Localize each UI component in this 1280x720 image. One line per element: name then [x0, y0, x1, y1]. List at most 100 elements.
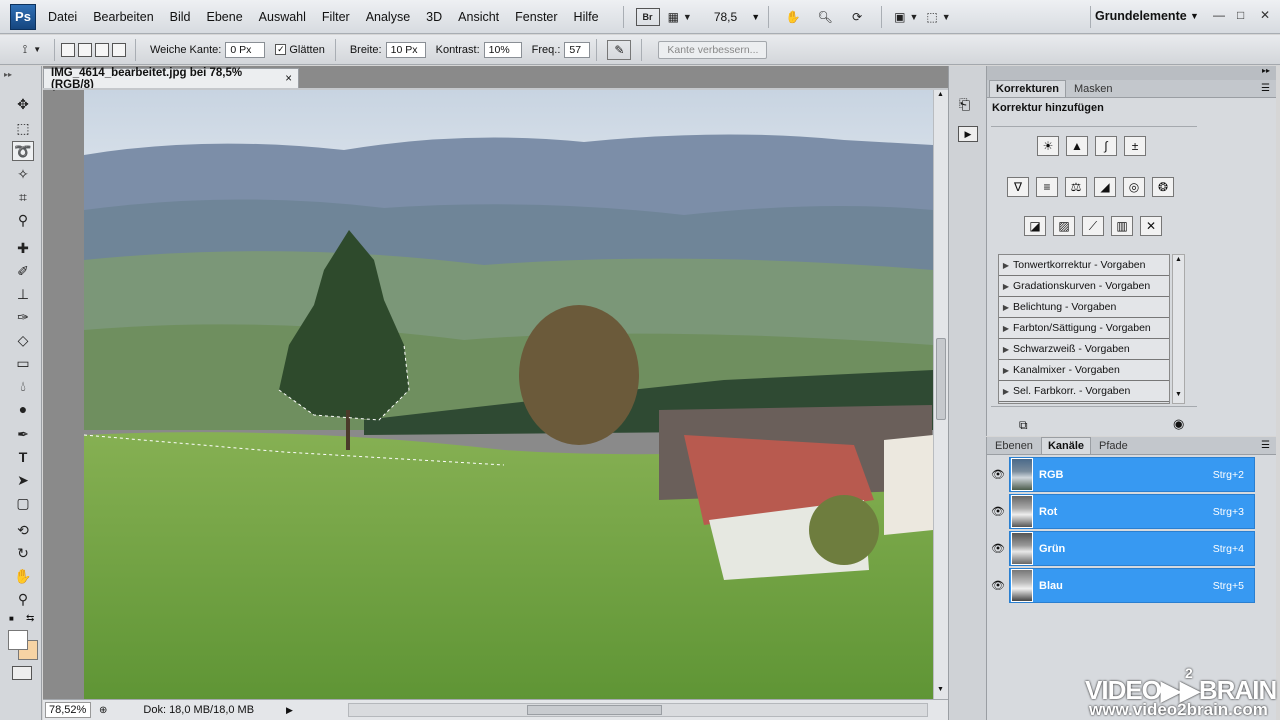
hand-tool-button[interactable]: ✋ — [781, 6, 805, 28]
3d-rotate-tool-icon[interactable]: ⟲ — [12, 520, 34, 540]
scroll-down-icon[interactable]: ▼ — [937, 686, 944, 693]
subtract-selection-icon[interactable] — [95, 42, 109, 57]
menu-bearbeiten[interactable]: Bearbeiten — [93, 10, 153, 24]
eyedropper-tool-icon[interactable]: ⚲ — [12, 210, 34, 230]
channel-item[interactable]: Blau Strg+5 — [1009, 568, 1255, 603]
menu-auswahl[interactable]: Auswahl — [259, 10, 306, 24]
crop-tool-icon[interactable]: ⌗ — [12, 187, 34, 207]
menu-ansicht[interactable]: Ansicht — [458, 10, 499, 24]
type-tool-icon[interactable]: T — [12, 447, 34, 467]
horizontal-scroll-thumb[interactable] — [527, 705, 662, 715]
zoom-tool-icon[interactable]: ⚲ — [12, 589, 34, 609]
magic-wand-tool-icon[interactable]: ✧ — [12, 164, 34, 184]
status-info-icon[interactable]: ⊕ — [99, 705, 107, 716]
menu-filter[interactable]: Filter — [322, 10, 350, 24]
gradient-map-icon[interactable]: ▥ — [1111, 216, 1133, 236]
tab-kanaele[interactable]: Kanäle — [1040, 437, 1092, 454]
presets-scrollbar[interactable]: ▲ ▼ — [1172, 254, 1185, 404]
expand-arrow-icon[interactable]: ▶ — [999, 303, 1013, 312]
list-item[interactable]: ▶ Belichtung - Vorgaben — [999, 297, 1169, 318]
channel-row-blau[interactable]: 👁︎ Blau Strg+5 — [987, 567, 1277, 604]
dropdown-arrow-icon[interactable]: ▼ — [751, 12, 760, 22]
tab-masken[interactable]: Masken — [1068, 81, 1119, 97]
tab-korrekturen[interactable]: Korrekturen — [989, 80, 1066, 97]
expand-arrow-icon[interactable]: ▶ — [999, 282, 1013, 291]
refine-edge-button[interactable]: Kante verbessern... — [658, 40, 768, 59]
vertical-scroll-thumb[interactable] — [936, 338, 946, 420]
antialias-checkbox[interactable]: ✓ — [275, 44, 287, 55]
blur-tool-icon[interactable]: 💧︎ — [12, 376, 34, 396]
move-tool-icon[interactable]: ✥ — [12, 94, 34, 114]
channel-row-gruen[interactable]: 👁︎ Grün Strg+4 — [987, 530, 1277, 567]
panel-menu-icon[interactable]: ☰ — [1261, 440, 1270, 451]
list-item[interactable]: ▶ Gradationskurven - Vorgaben — [999, 276, 1169, 297]
panel-menu-icon[interactable]: ☰ — [1261, 83, 1270, 94]
expand-arrow-icon[interactable]: ▶ — [999, 324, 1013, 333]
status-menu-arrow-icon[interactable]: ▶ — [286, 705, 293, 716]
brush-tool-icon[interactable]: ✐ — [12, 261, 34, 281]
healing-brush-tool-icon[interactable]: ✚ — [12, 238, 34, 258]
list-item[interactable]: ▶ Tonwertkorrektur - Vorgaben — [999, 255, 1169, 276]
menu-datei[interactable]: Datei — [48, 10, 77, 24]
menu-ebene[interactable]: Ebene — [207, 10, 243, 24]
eye-icon[interactable]: 👁︎ — [987, 493, 1009, 530]
3d-orbit-tool-icon[interactable]: ↻ — [12, 543, 34, 563]
pen-tool-icon[interactable]: ✒ — [12, 424, 34, 444]
clip-to-layer-icon[interactable]: ⧉ — [1019, 418, 1028, 433]
clone-stamp-tool-icon[interactable]: ⊥ — [12, 284, 34, 304]
maximize-icon[interactable]: □ — [1237, 8, 1244, 22]
channel-item[interactable]: Grün Strg+4 — [1009, 531, 1255, 566]
eye-icon[interactable]: 👁︎ — [987, 456, 1009, 493]
collapse-arrows-icon[interactable]: ▸▸ — [4, 70, 12, 79]
scroll-up-icon[interactable]: ▲ — [1175, 256, 1182, 263]
dodge-tool-icon[interactable]: ● — [12, 399, 34, 419]
expand-arrow-icon[interactable]: ▶ — [999, 345, 1013, 354]
frequency-input[interactable]: 57 — [564, 41, 591, 58]
color-balance-icon[interactable]: ⚖ — [1065, 177, 1087, 197]
new-selection-icon[interactable] — [61, 42, 75, 57]
rotate-view-button[interactable]: ⟳ — [845, 6, 869, 28]
tab-pfade[interactable]: Pfade — [1093, 438, 1134, 454]
shape-tool-icon[interactable]: ▢ — [12, 493, 34, 513]
black-white-icon[interactable]: ◢ — [1094, 177, 1116, 197]
panel-collapse-icon[interactable]: ▸▸ — [987, 66, 1276, 80]
invert-icon[interactable]: ◪ — [1024, 216, 1046, 236]
channel-mixer-icon[interactable]: ❂ — [1152, 177, 1174, 197]
selective-color-icon[interactable]: ✕ — [1140, 216, 1162, 236]
channel-row-rot[interactable]: 👁︎ Rot Strg+3 — [987, 493, 1277, 530]
tool-preset-picker[interactable]: ⟟ ▼ — [20, 39, 44, 61]
expand-arrow-icon[interactable]: ▶ — [999, 387, 1013, 396]
scroll-down-icon[interactable]: ▼ — [1175, 391, 1182, 398]
expand-arrow-icon[interactable]: ▶ — [999, 366, 1013, 375]
add-selection-icon[interactable] — [78, 42, 92, 57]
image-canvas[interactable] — [84, 90, 933, 699]
view-extras-button[interactable]: ▦ ▼ — [668, 6, 692, 28]
arrange-documents-button[interactable]: ▣ ▼ — [894, 6, 918, 28]
contrast-input[interactable]: 10% — [483, 41, 522, 58]
path-selection-tool-icon[interactable]: ➤ — [12, 470, 34, 490]
channel-item[interactable]: RGB Strg+2 — [1009, 457, 1255, 492]
exposure-icon[interactable]: ± — [1124, 136, 1146, 156]
menu-analyse[interactable]: Analyse — [366, 10, 410, 24]
hand-tool-icon[interactable]: ✋ — [12, 566, 34, 586]
intersect-selection-icon[interactable] — [112, 42, 126, 57]
eraser-tool-icon[interactable]: ◇ — [12, 330, 34, 350]
quick-mask-icon[interactable] — [12, 666, 32, 680]
zoom-tool-button[interactable]: 🔍︎ — [813, 6, 837, 28]
swap-colors-icon[interactable]: ⇆ — [26, 613, 34, 624]
channel-item[interactable]: Rot Strg+3 — [1009, 494, 1255, 529]
eye-icon[interactable]: 👁︎ — [987, 567, 1009, 604]
list-item[interactable]: ▶ Schwarzweiß - Vorgaben — [999, 339, 1169, 360]
minimize-icon[interactable]: — — [1213, 8, 1225, 22]
history-panel-icon[interactable]: ⎗ — [959, 96, 970, 113]
history-brush-tool-icon[interactable]: ✑ — [12, 307, 34, 327]
foreground-color-swatch[interactable] — [8, 630, 28, 650]
feather-input[interactable]: 0 Px — [225, 41, 266, 58]
list-item[interactable]: ▶ Sel. Farbkorr. - Vorgaben — [999, 381, 1169, 402]
width-input[interactable]: 10 Px — [385, 41, 426, 58]
horizontal-scrollbar[interactable] — [348, 703, 928, 717]
bridge-button[interactable]: Br — [635, 7, 660, 26]
list-item[interactable]: ▶ Farbton/Sättigung - Vorgaben — [999, 318, 1169, 339]
list-item[interactable]: ▶ Kanalmixer - Vorgaben — [999, 360, 1169, 381]
default-colors-icon[interactable]: ■ — [9, 614, 14, 623]
